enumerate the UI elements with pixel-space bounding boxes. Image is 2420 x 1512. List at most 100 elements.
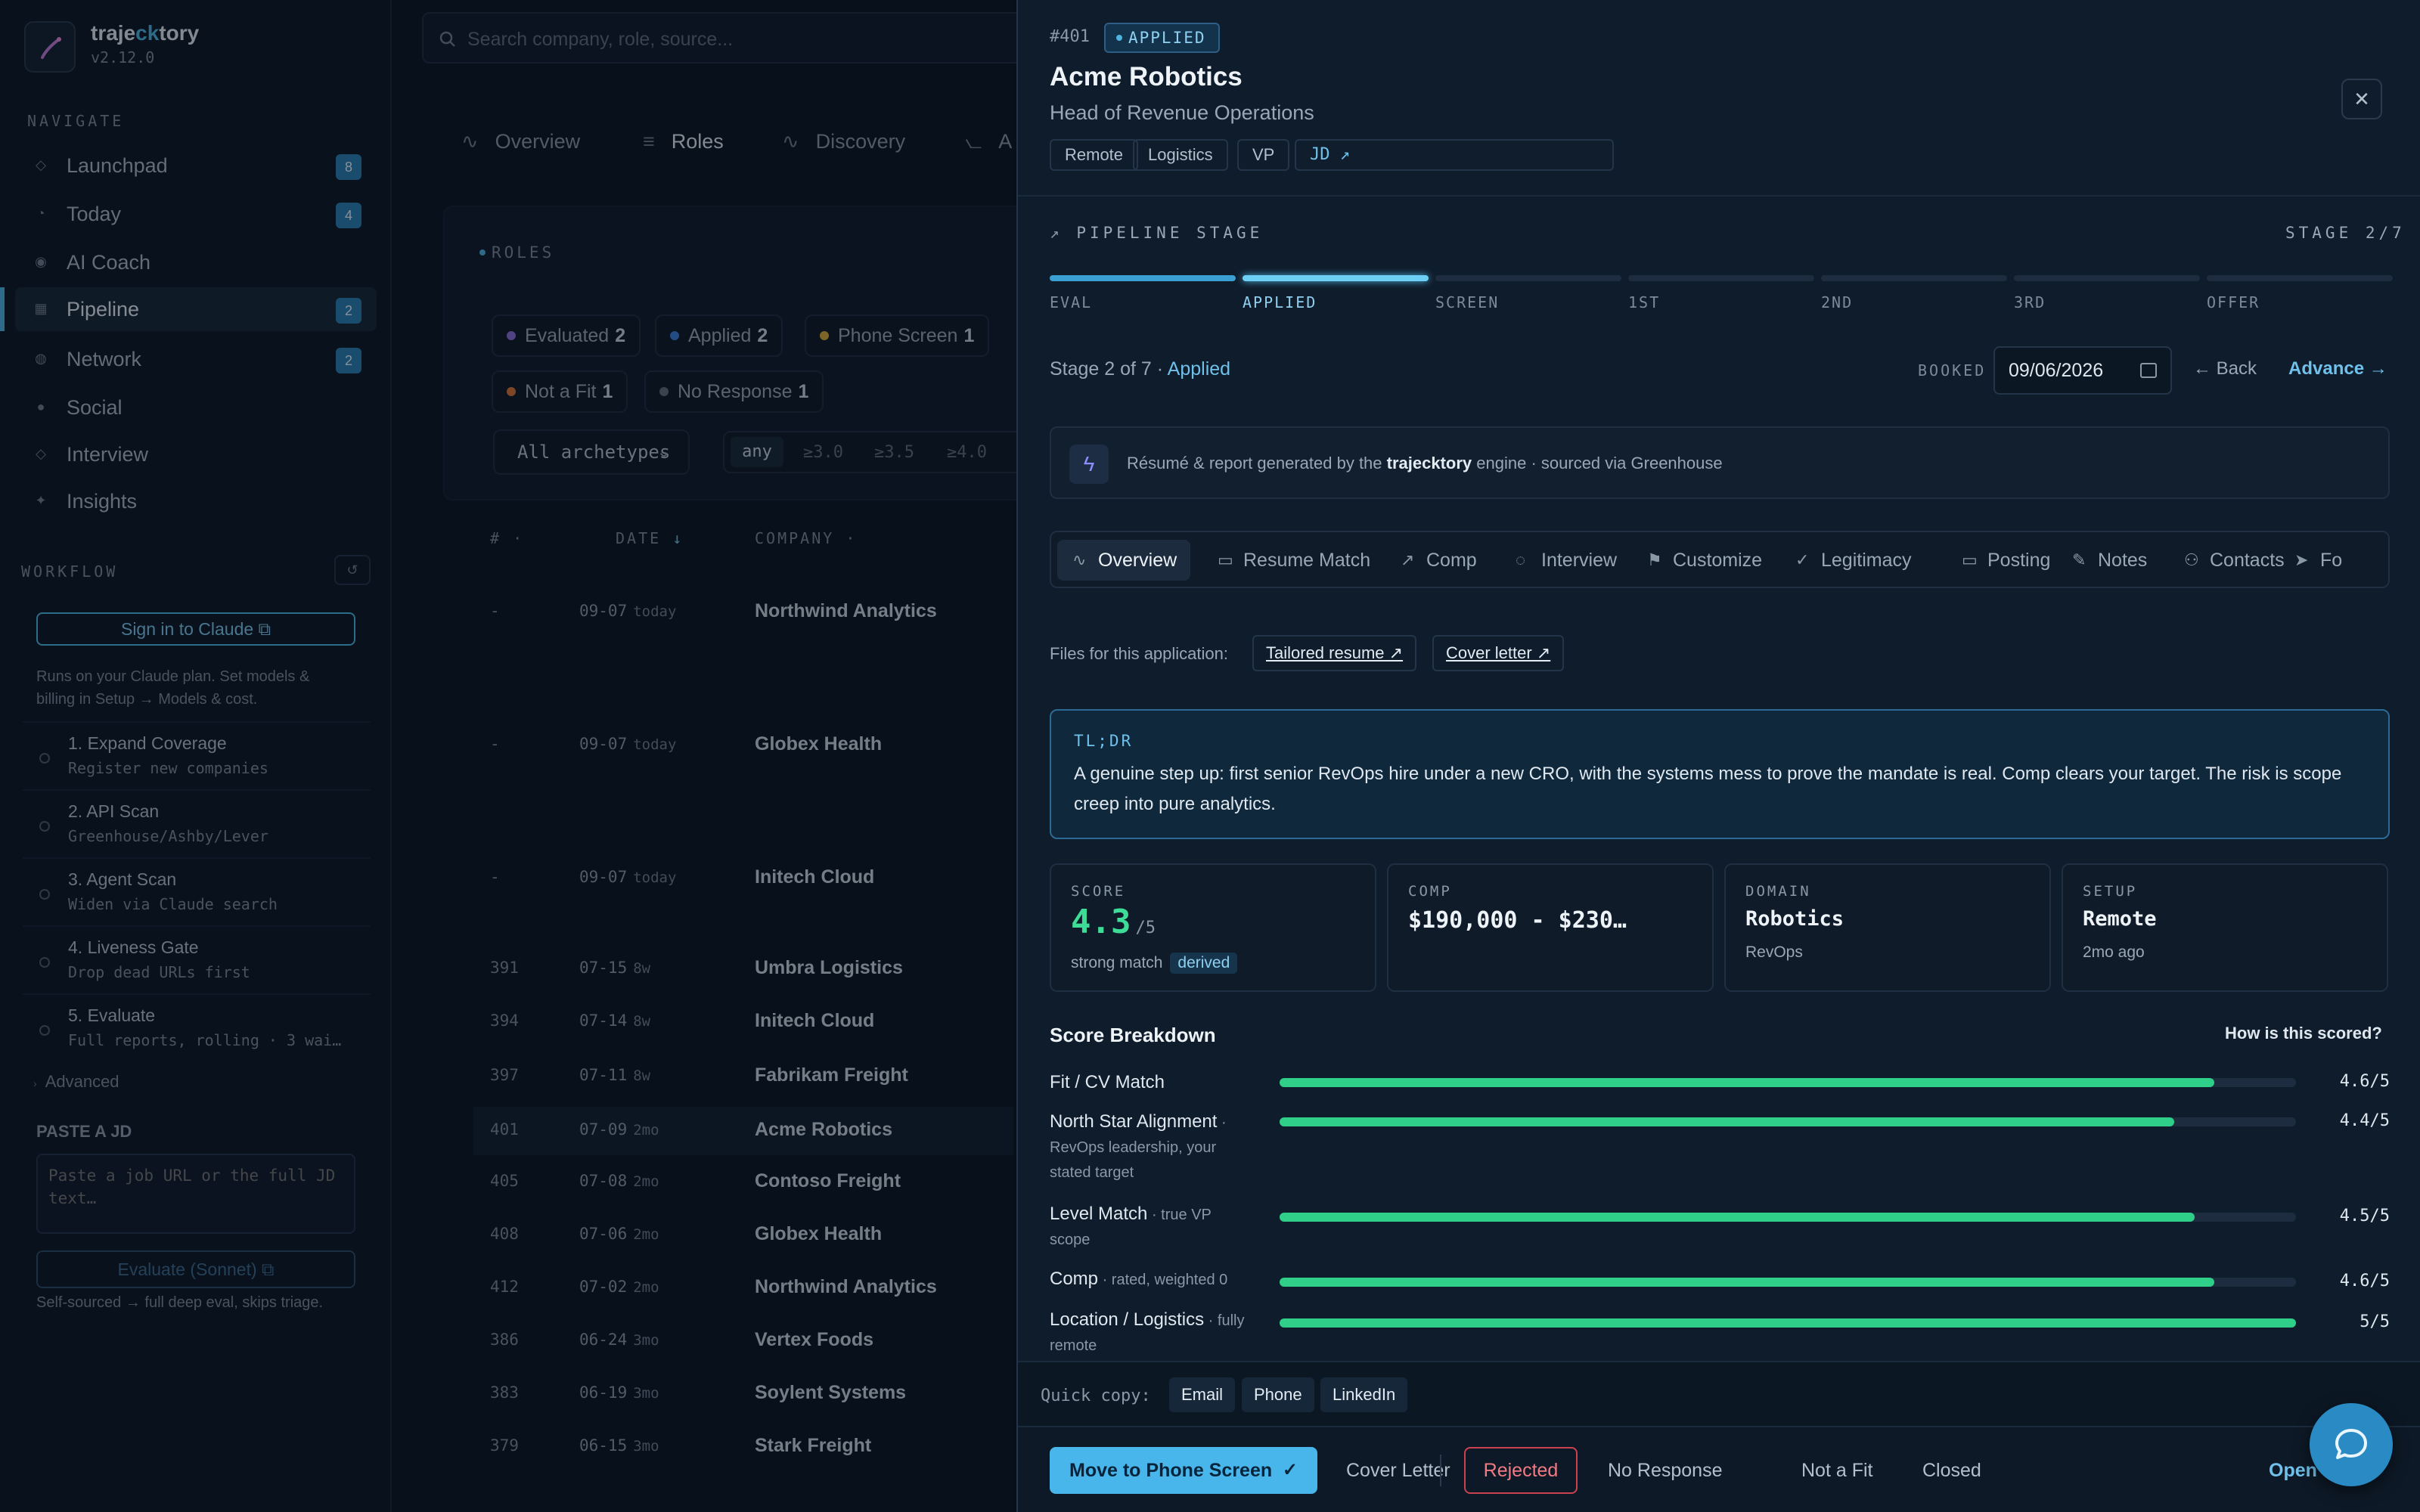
breakdown-label: Level Match · true VP scope: [1050, 1204, 1212, 1248]
advance-button[interactable]: Advance →: [2288, 358, 2387, 380]
stage-count: STAGE 2/7: [2285, 224, 2406, 242]
tab-overview[interactable]: ∿ Overview: [1057, 540, 1191, 581]
stage-label-eval: EVAL: [1050, 293, 1093, 311]
stage-bar-screen[interactable]: [1435, 275, 1621, 281]
tailored-resume-link[interactable]: Tailored resume ↗: [1252, 635, 1417, 671]
chat-button[interactable]: [2310, 1403, 2393, 1486]
breakdown-label: North Star Alignment · RevOps leadership…: [1050, 1111, 1227, 1181]
closed-button[interactable]: Closed: [1922, 1447, 1981, 1494]
chat-icon: ◌: [1516, 550, 1526, 569]
role-title: Head of Revenue Operations: [1050, 101, 1314, 124]
copy-email-button[interactable]: Email: [1169, 1377, 1236, 1412]
not-a-fit-button[interactable]: Not a Fit: [1801, 1447, 1872, 1494]
stage-bar-2nd[interactable]: [1821, 275, 2007, 281]
stat-comp: COMP $190,000 - $230…: [1387, 863, 1714, 992]
engine-banner: ϟ Résumé & report generated by the traje…: [1050, 426, 2390, 499]
stage-bar-1st[interactable]: [1628, 275, 1814, 281]
breakdown-bar: [1280, 1213, 2296, 1222]
tab-comp[interactable]: ↗ Comp: [1385, 540, 1491, 581]
pipeline-heading: ↗ PIPELINE STAGE: [1050, 224, 1264, 242]
tag-remote: Remote: [1050, 139, 1139, 171]
files-label: Files for this application:: [1050, 644, 1228, 663]
stage-bar-offer[interactable]: [2207, 275, 2393, 281]
detail-tabs: ∿ Overview ▭ Resume Match ↗ Comp ◌ Interview ⚑ Cu…: [1050, 531, 2390, 588]
close-icon: ✕: [2353, 88, 2370, 110]
score-breakdown-heading: Score Breakdown: [1050, 1024, 1216, 1046]
breakdown-bar: [1280, 1078, 2296, 1087]
breakdown-bar: [1280, 1318, 2296, 1328]
breakdown-score: 4.6/5: [2339, 1272, 2390, 1290]
breakdown-label: Location / Logistics · fully remote: [1050, 1309, 1245, 1354]
stage-bar-applied[interactable]: [1243, 275, 1429, 281]
stage-label-1st: 1ST: [1628, 293, 1661, 311]
tag-vp: VP: [1237, 139, 1290, 171]
stage-summary: Stage 2 of 7 · Applied: [1050, 358, 1231, 380]
move-to-phone-screen-button[interactable]: Move to Phone Screen ✓: [1050, 1447, 1317, 1494]
booked-label: BOOKED: [1918, 361, 1987, 380]
rejected-button[interactable]: Rejected: [1464, 1447, 1578, 1494]
overlay-backdrop[interactable]: [0, 0, 1016, 1512]
stat-domain: DOMAIN Robotics RevOps: [1724, 863, 2051, 992]
cover-letter-button[interactable]: Cover Letter: [1346, 1447, 1450, 1494]
tab-interview[interactable]: ◌ Interview: [1500, 540, 1630, 581]
bolt-icon: ϟ: [1069, 445, 1109, 484]
breakdown-bar-fill: [1280, 1278, 2215, 1287]
breakdown-bar-fill: [1280, 1078, 2215, 1087]
briefcase-icon: ▭: [1218, 550, 1233, 569]
flag-icon: ⚑: [1647, 550, 1662, 569]
calendar-icon[interactable]: [2140, 363, 2157, 378]
application-id: #401: [1050, 27, 1090, 46]
back-button[interactable]: ← Back: [2193, 358, 2257, 380]
tldr-heading: TL;DR: [1074, 732, 1134, 750]
copy-linkedin-button[interactable]: LinkedIn: [1320, 1377, 1408, 1412]
breakdown-label: Fit / CV Match: [1050, 1072, 1165, 1092]
chat-icon: [2335, 1429, 2367, 1459]
tab-posting[interactable]: ▭ Posting: [1947, 540, 2064, 581]
detail-panel: #401 APPLIED Acme Robotics Head of Reven…: [1016, 0, 2420, 1512]
quick-copy-bar: Quick copy: Email Phone LinkedIn: [1018, 1361, 2420, 1426]
cover-letter-link[interactable]: Cover letter ↗: [1432, 635, 1565, 671]
pulse-icon: ∿: [1072, 550, 1087, 569]
breakdown-bar-fill: [1280, 1213, 2195, 1222]
check-icon: ✓: [1282, 1460, 1298, 1480]
tab-legitimacy[interactable]: ✓ Legitimacy: [1780, 540, 1925, 581]
trend-icon: ↗: [1401, 550, 1415, 569]
booked-date-input[interactable]: 09/06/2026: [1993, 346, 2172, 395]
close-button[interactable]: ✕: [2341, 79, 2382, 119]
breakdown-score: 4.6/5: [2339, 1072, 2390, 1091]
tab-customize[interactable]: ⚑ Customize: [1632, 540, 1776, 581]
breakdown-bar-fill: [1280, 1318, 2296, 1328]
how-scored-link[interactable]: How is this scored?: [2225, 1024, 2382, 1043]
breakdown-bar: [1280, 1117, 2296, 1126]
tab-notes[interactable]: ✎ Notes: [2057, 540, 2161, 581]
tab-resume-match[interactable]: ▭ Resume Match: [1202, 540, 1384, 581]
jd-link[interactable]: JD ↗: [1295, 139, 1614, 171]
stage-label-2nd: 2ND: [1821, 293, 1854, 311]
quick-copy-label: Quick copy:: [1041, 1387, 1151, 1405]
no-response-button[interactable]: No Response: [1608, 1447, 1722, 1494]
stat-score: SCORE 4.3/5 strong match derived: [1050, 863, 1376, 992]
tldr-text: A genuine step up: first senior RevOps h…: [1074, 764, 2342, 814]
stat-setup: SETUP Remote 2mo ago: [2062, 863, 2388, 992]
breakdown-score: 4.4/5: [2339, 1111, 2390, 1130]
trend-icon: ↗: [1050, 224, 1063, 242]
stage-bar-3rd[interactable]: [2014, 275, 2200, 281]
breakdown-bar: [1280, 1278, 2296, 1287]
status-badge: APPLIED: [1104, 23, 1220, 53]
breakdown-score: 4.5/5: [2339, 1207, 2390, 1225]
breakdown-bar-fill: [1280, 1117, 2174, 1126]
divider: [1440, 1455, 1441, 1486]
send-icon: ➤: [2294, 550, 2309, 569]
stage-bar-eval[interactable]: [1050, 275, 1236, 281]
copy-phone-button[interactable]: Phone: [1242, 1377, 1314, 1412]
breakdown-label: Comp · rated, weighted 0: [1050, 1269, 1228, 1289]
tldr-box: TL;DR A genuine step up: first senior Re…: [1050, 709, 2390, 839]
briefcase-icon: ▭: [1962, 550, 1978, 569]
tab-fo[interactable]: ➤ Fo: [2279, 540, 2356, 581]
stage-label-offer: OFFER: [2207, 293, 2260, 311]
people-icon: ⚇: [2184, 550, 2199, 569]
stage-label-3rd: 3RD: [2014, 293, 2046, 311]
divider: [1018, 195, 2420, 197]
stage-label-applied: APPLIED: [1243, 293, 1317, 311]
pencil-icon: ✎: [2072, 550, 2086, 569]
